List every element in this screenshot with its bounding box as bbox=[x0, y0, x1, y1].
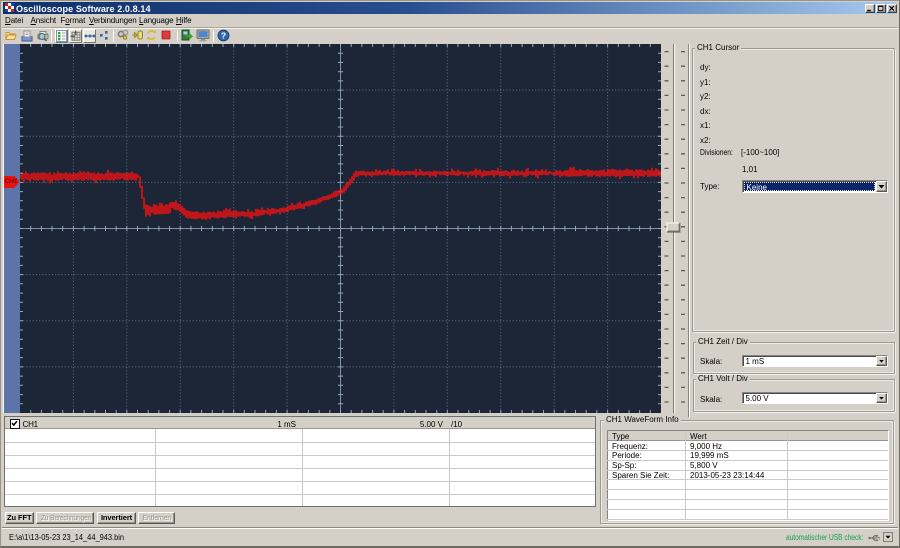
svg-text:?: ? bbox=[221, 30, 226, 40]
